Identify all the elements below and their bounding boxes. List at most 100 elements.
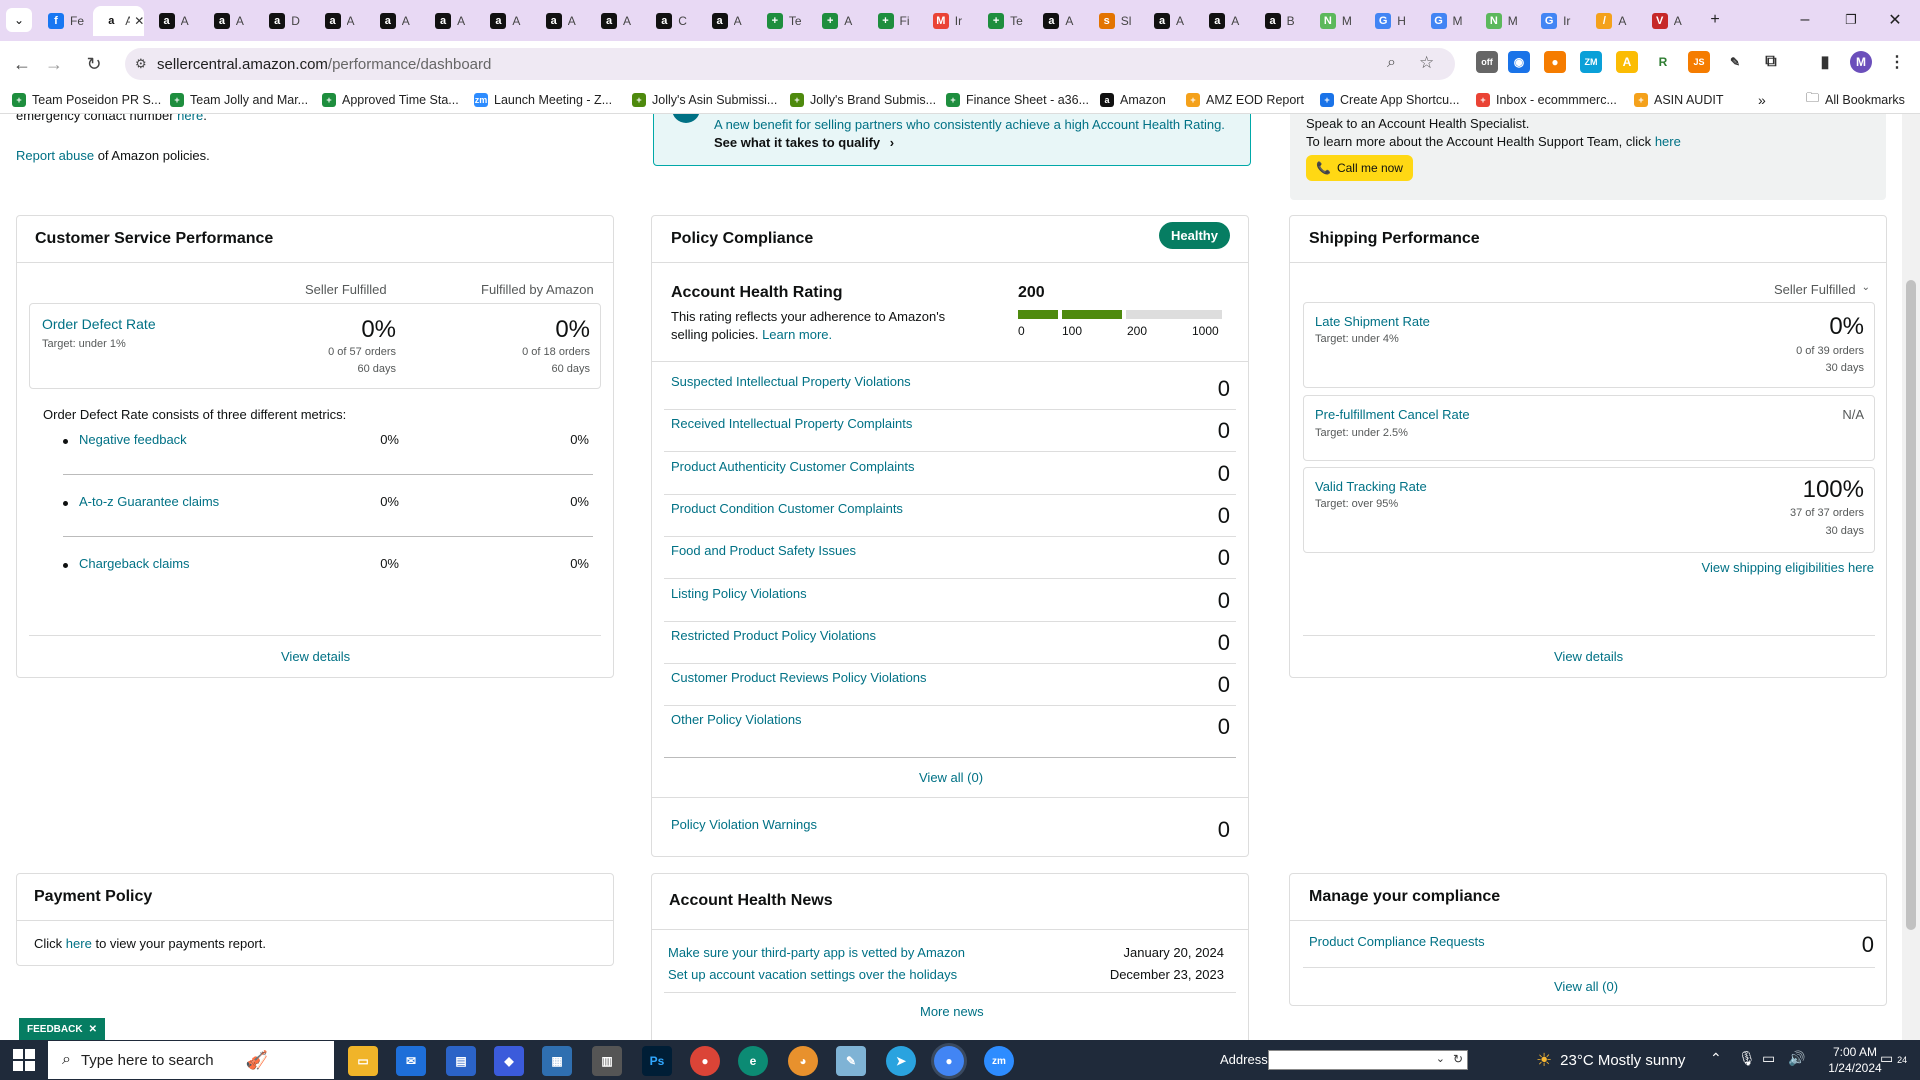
bookmark-item[interactable]: + Jolly's Asin Submissi...: [632, 90, 777, 110]
ahr-learn-more-link[interactable]: Learn more.: [762, 327, 832, 342]
browser-tab[interactable]: aA: [149, 6, 200, 36]
extension-globe-icon[interactable]: ◉: [1508, 51, 1530, 73]
windows-start-icon[interactable]: [8, 1046, 38, 1074]
profile-avatar[interactable]: M: [1850, 51, 1872, 73]
valid-tracking-rate-link[interactable]: Valid Tracking Rate: [1315, 479, 1427, 494]
bookmark-item[interactable]: + AMZ EOD Report: [1186, 90, 1304, 110]
more-bookmarks-icon[interactable]: »: [1758, 90, 1766, 110]
browser-tab[interactable]: aA: [370, 6, 421, 36]
network-icon[interactable]: ▭: [1762, 1050, 1775, 1067]
violation-link[interactable]: Listing Policy Violations: [671, 586, 807, 601]
order-defect-rate-link[interactable]: Order Defect Rate: [42, 316, 156, 332]
browser-tab[interactable]: aA: [204, 6, 255, 36]
extension-off-icon[interactable]: off: [1476, 51, 1498, 73]
metric-link[interactable]: A-to-z Guarantee claims: [79, 494, 219, 509]
contact-here-link[interactable]: here: [177, 114, 203, 123]
browser-tab[interactable]: s Sl: [1089, 6, 1140, 36]
store-icon[interactable]: ▤: [446, 1046, 476, 1076]
close-window-button[interactable]: ✕: [1880, 8, 1910, 32]
extension-text-icon[interactable]: A: [1616, 51, 1638, 73]
extension-circle-icon[interactable]: ●: [1544, 51, 1566, 73]
browser-tab[interactable]: aA: [425, 6, 476, 36]
violation-link[interactable]: Other Policy Violations: [671, 712, 802, 727]
tray-chevron-up-icon[interactable]: ⌃: [1710, 1050, 1722, 1067]
scrollbar-thumb[interactable]: [1906, 280, 1916, 930]
edge-icon[interactable]: e: [738, 1046, 768, 1076]
extension-zm-icon[interactable]: ZM: [1580, 51, 1602, 73]
news-link[interactable]: Make sure your third-party app is vetted…: [668, 945, 965, 960]
browser-tab[interactable]: NM: [1476, 6, 1527, 36]
zoom-app-icon[interactable]: zm: [984, 1046, 1014, 1076]
support-here-link[interactable]: here: [1655, 134, 1681, 149]
bookmark-item[interactable]: a Amazon: [1100, 90, 1166, 110]
app-blue-icon[interactable]: ◆: [494, 1046, 524, 1076]
bookmark-item[interactable]: + Create App Shortcu...: [1320, 90, 1460, 110]
browser-tab[interactable]: VA: [1642, 6, 1693, 36]
bookmark-item[interactable]: + Inbox - ecommmerc...: [1476, 90, 1617, 110]
browser-tab[interactable]: + Te: [757, 6, 808, 36]
extension-pen-icon[interactable]: ✎: [1724, 51, 1746, 73]
site-settings-icon[interactable]: ⚙: [135, 56, 147, 72]
forward-icon[interactable]: →: [40, 50, 68, 78]
browser-tab[interactable]: aA: [702, 6, 753, 36]
browser-tab[interactable]: aA: [1199, 6, 1250, 36]
tab-search-button[interactable]: ⌄: [6, 8, 32, 32]
product-compliance-requests-link[interactable]: Product Compliance Requests: [1309, 934, 1485, 949]
violation-link[interactable]: Restricted Product Policy Violations: [671, 628, 876, 643]
browser-tab[interactable]: aD: [259, 6, 310, 36]
browser-tab[interactable]: M Ir: [923, 6, 974, 36]
call-me-now-button[interactable]: 📞 Call me now: [1306, 155, 1413, 181]
reload-icon[interactable]: ↻: [80, 50, 108, 78]
extension-js-icon[interactable]: JS: [1688, 51, 1710, 73]
photoshop-icon[interactable]: Ps: [642, 1046, 672, 1076]
browser-tab[interactable]: aA: [480, 6, 531, 36]
all-bookmarks-folder[interactable]: 🗀 All Bookmarks: [1806, 90, 1905, 110]
payment-here-link[interactable]: here: [66, 936, 92, 951]
browser-tab[interactable]: aA: [591, 6, 642, 36]
policy-view-all-link[interactable]: View all (0): [919, 770, 983, 785]
violation-link[interactable]: Food and Product Safety Issues: [671, 543, 856, 558]
mail-icon[interactable]: ✉: [396, 1046, 426, 1076]
chrome-icon[interactable]: ●: [690, 1046, 720, 1076]
violation-link[interactable]: Customer Product Reviews Policy Violatio…: [671, 670, 927, 685]
minimize-button[interactable]: –: [1790, 8, 1820, 32]
browser-tab[interactable]: GH: [1365, 6, 1416, 36]
app-notes-icon[interactable]: ✎: [836, 1046, 866, 1076]
restore-button[interactable]: ❐: [1836, 8, 1866, 32]
browser-tab[interactable]: aA: [1144, 6, 1195, 36]
fulfillment-dropdown[interactable]: Seller Fulfilled ⌄: [1774, 282, 1870, 297]
app-orange-icon[interactable]: ◕: [788, 1046, 818, 1076]
volume-icon[interactable]: 🔊: [1788, 1050, 1805, 1067]
browser-tab[interactable]: aA: [536, 6, 587, 36]
browser-tab[interactable]: aA: [315, 6, 366, 36]
browser-tab[interactable]: / A: [1586, 6, 1637, 36]
policy-violation-warnings-link[interactable]: Policy Violation Warnings: [671, 817, 817, 832]
browser-menu-icon[interactable]: ⋮: [1886, 51, 1908, 73]
address-bar[interactable]: ⚙ sellercentral.amazon.com/performance/d…: [125, 48, 1455, 80]
metric-link[interactable]: Chargeback claims: [79, 556, 190, 571]
violation-link[interactable]: Product Authenticity Customer Complaints: [671, 459, 915, 474]
bookmark-item[interactable]: + Finance Sheet - a36...: [946, 90, 1089, 110]
browser-tab[interactable]: + Te: [978, 6, 1029, 36]
taskbar-search-box[interactable]: ⌕ Type here to search 🎻: [48, 1041, 334, 1079]
compliance-view-all-link[interactable]: View all (0): [1554, 979, 1618, 994]
telegram-icon[interactable]: ➤: [886, 1046, 916, 1076]
report-abuse-link[interactable]: Report abuse: [16, 148, 94, 163]
file-explorer-icon[interactable]: ▭: [348, 1046, 378, 1076]
zoom-icon[interactable]: ⌕: [1387, 54, 1396, 72]
back-icon[interactable]: ←: [8, 50, 36, 78]
feedback-tab[interactable]: FEEDBACK ✕: [19, 1018, 105, 1040]
microphone-icon[interactable]: 🎙: [1738, 1050, 1756, 1067]
taskbar-address-input[interactable]: ⌄ ↻: [1268, 1050, 1468, 1070]
extension-r-icon[interactable]: R: [1652, 51, 1674, 73]
bookmark-item[interactable]: + Jolly's Brand Submis...: [790, 90, 936, 110]
violation-link[interactable]: Suspected Intellectual Property Violatio…: [671, 374, 911, 389]
violation-link[interactable]: Product Condition Customer Complaints: [671, 501, 903, 516]
violation-link[interactable]: Received Intellectual Property Complaint…: [671, 416, 912, 431]
bookmark-star-icon[interactable]: ☆: [1419, 53, 1434, 73]
bookmark-item[interactable]: + ASIN AUDIT: [1634, 90, 1723, 110]
shipping-eligibilities-link[interactable]: View shipping eligibilities here: [1702, 560, 1874, 575]
browser-tab[interactable]: a A ✕: [93, 6, 145, 36]
late-shipment-rate-link[interactable]: Late Shipment Rate: [1315, 314, 1430, 329]
extensions-puzzle-icon[interactable]: ⧉: [1760, 51, 1782, 73]
